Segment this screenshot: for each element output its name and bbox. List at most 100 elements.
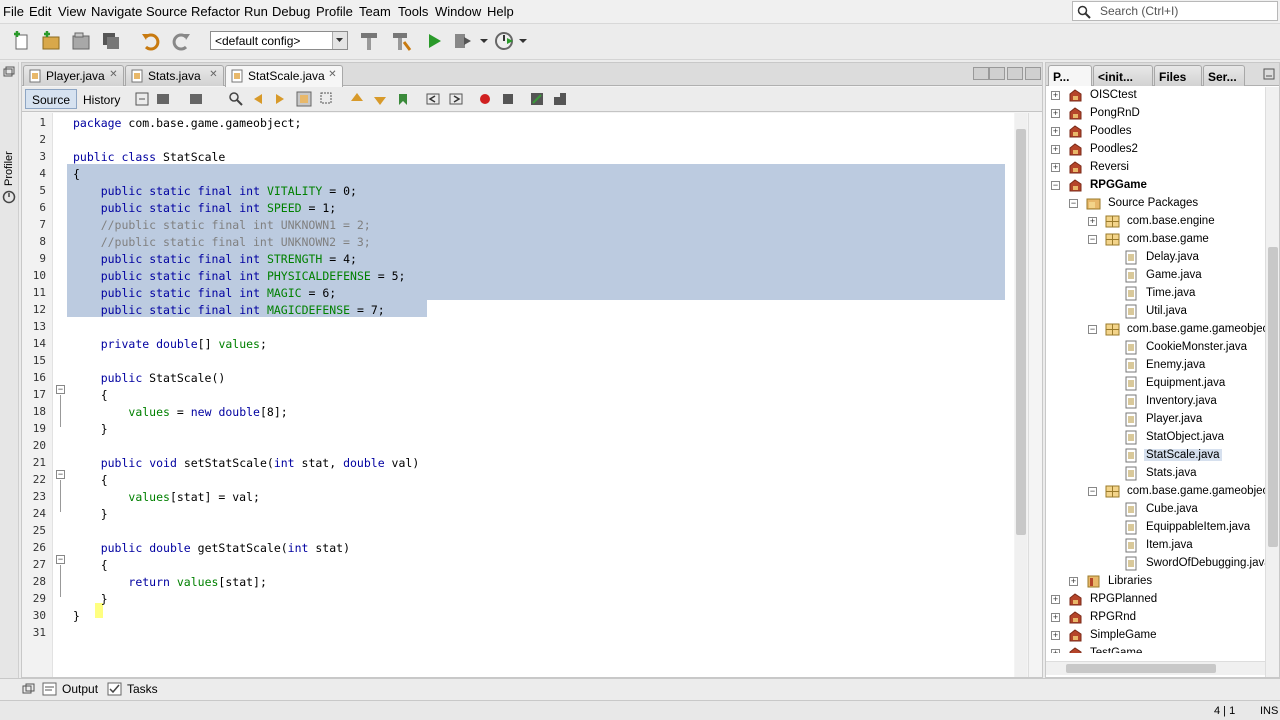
tree-item-time-java[interactable]: Time.java [1046,285,1265,303]
tree-item-libraries[interactable]: + Libraries [1046,573,1265,591]
next-bookmark-icon[interactable] [372,91,388,107]
tree-item-rpgrnd[interactable]: + RPGRnd [1046,609,1265,627]
open-project-button[interactable] [68,28,94,54]
tree-item-com-base-game[interactable]: − com.base.game [1046,231,1265,249]
clean-build-button[interactable] [388,28,414,54]
tree-item-com-base-engine[interactable]: + com.base.engine [1046,213,1265,231]
run-button[interactable] [421,28,447,54]
tree-item-stats-java[interactable]: Stats.java [1046,465,1265,483]
tab-player-java[interactable]: Player.java ✕ [23,65,124,86]
expand-toggle[interactable]: + [1051,163,1060,172]
tree-item-poodles2[interactable]: + Poodles2 [1046,141,1265,159]
tree-item-poodles[interactable]: + Poodles [1046,123,1265,141]
menu-tools[interactable]: Tools [398,4,428,19]
tree-item-game-java[interactable]: Game.java [1046,267,1265,285]
expand-toggle[interactable]: + [1051,91,1060,100]
editor-vertical-scrollbar[interactable] [1015,113,1027,677]
scroll-tabs-left-button[interactable] [973,67,989,80]
close-icon[interactable]: ✕ [327,69,338,80]
expand-toggle[interactable]: + [1051,631,1060,640]
fold-toggle[interactable]: − [56,470,65,479]
stop-macro-recording-icon[interactable] [500,91,516,107]
tree-item-cookiemonster-java[interactable]: CookieMonster.java [1046,339,1265,357]
comment-icon[interactable] [529,91,545,107]
tab-navigator[interactable]: <init... [1093,65,1153,86]
fold-toggle[interactable]: − [56,385,65,394]
new-file-button[interactable] [8,28,34,54]
expand-toggle[interactable]: + [1051,145,1060,154]
new-project-button[interactable] [38,28,64,54]
menu-window[interactable]: Window [435,4,481,19]
tree-item-rpgplanned[interactable]: + RPGPlanned [1046,591,1265,609]
find-previous-icon[interactable] [250,91,266,107]
expand-toggle[interactable]: + [1051,613,1060,622]
tree-item-equipment-java[interactable]: Equipment.java [1046,375,1265,393]
expand-toggle[interactable]: + [1051,595,1060,604]
profile-dropdown[interactable] [517,28,529,54]
debug-dropdown[interactable] [478,28,490,54]
shift-left-icon[interactable] [425,91,441,107]
build-button[interactable] [356,28,382,54]
toggle-bookmark-icon[interactable] [395,91,411,107]
show-opened-documents-button[interactable] [1007,67,1023,80]
tab-services[interactable]: Ser... [1203,65,1245,86]
collapse-toggle[interactable]: − [1051,181,1060,190]
collapse-toggle[interactable]: − [1069,199,1078,208]
uncomment-icon[interactable] [552,91,568,107]
scrollbar-thumb[interactable] [1268,247,1278,547]
tree-item-item-java[interactable]: Item.java [1046,537,1265,555]
collapse-toggle[interactable]: − [1088,487,1097,496]
tree-item-pongrnd[interactable]: + PongRnD [1046,105,1265,123]
tab-files[interactable]: Files [1154,65,1202,86]
tree-item-com-base-game-gameobject-item[interactable]: − com.base.game.gameobject.item [1046,483,1265,501]
tab-statscale-java[interactable]: StatScale.java ✕ [225,65,343,87]
tree-item-delay-java[interactable]: Delay.java [1046,249,1265,267]
tree-item-rpggame[interactable]: − RPGGame [1046,177,1265,195]
menu-edit[interactable]: Edit [29,4,51,19]
menu-source[interactable]: Source [146,4,187,19]
config-select[interactable]: <default config> [210,31,348,50]
tree-item-equippableitem-java[interactable]: EquippableItem.java [1046,519,1265,537]
tab-stats-java[interactable]: Stats.java ✕ [125,65,224,86]
toggle-rectangular-selection-icon[interactable] [319,91,335,107]
start-macro-recording-icon[interactable] [477,91,493,107]
scrollbar-thumb[interactable] [1016,129,1026,535]
tree-item-player-java[interactable]: Player.java [1046,411,1265,429]
tree-item-cube-java[interactable]: Cube.java [1046,501,1265,519]
tree-item-inventory-java[interactable]: Inventory.java [1046,393,1265,411]
menu-help[interactable]: Help [487,4,514,19]
shift-right-icon[interactable] [448,91,464,107]
find-icon[interactable] [228,91,244,107]
menu-navigate[interactable]: Navigate [91,4,142,19]
undo-button[interactable] [138,28,164,54]
tree-item-testgame[interactable]: + TestGame [1046,645,1265,653]
tree-item-com-base-game-gameobject[interactable]: − com.base.game.gameobject [1046,321,1265,339]
tab-projects[interactable]: P... [1048,65,1092,86]
menu-view[interactable]: View [58,4,86,19]
tree-item-enemy-java[interactable]: Enemy.java [1046,357,1265,375]
expand-toggle[interactable]: + [1051,109,1060,118]
tree-item-source-packages[interactable]: − Source Packages [1046,195,1265,213]
profiler-side-tab[interactable]: Profiler [1,146,18,206]
tree-horizontal-scrollbar[interactable] [1046,661,1265,675]
highlight-icon[interactable] [296,91,312,107]
menu-refactor[interactable]: Refactor [191,4,240,19]
forward-icon[interactable] [188,91,204,107]
scroll-tabs-right-button[interactable] [989,67,1005,80]
code-editor[interactable]: package com.base.game.gameobject; public … [67,113,1014,677]
close-icon[interactable]: ✕ [208,69,219,80]
minimize-panel-icon[interactable] [1263,68,1275,80]
tree-item-reversi[interactable]: + Reversi [1046,159,1265,177]
collapse-toggle[interactable]: − [1088,235,1097,244]
collapse-toggle[interactable]: − [1088,325,1097,334]
tree-item-simplegame[interactable]: + SimpleGame [1046,627,1265,645]
expand-toggle[interactable]: + [1088,217,1097,226]
expand-toggle[interactable]: + [1051,649,1060,653]
profile-button[interactable] [491,28,517,54]
expand-toggle[interactable]: + [1051,127,1060,136]
redo-button[interactable] [168,28,194,54]
tasks-tab[interactable]: Tasks [107,682,158,696]
source-view-button[interactable]: Source [25,89,78,109]
scrollbar-thumb[interactable] [1066,664,1216,673]
close-icon[interactable]: ✕ [108,69,119,80]
